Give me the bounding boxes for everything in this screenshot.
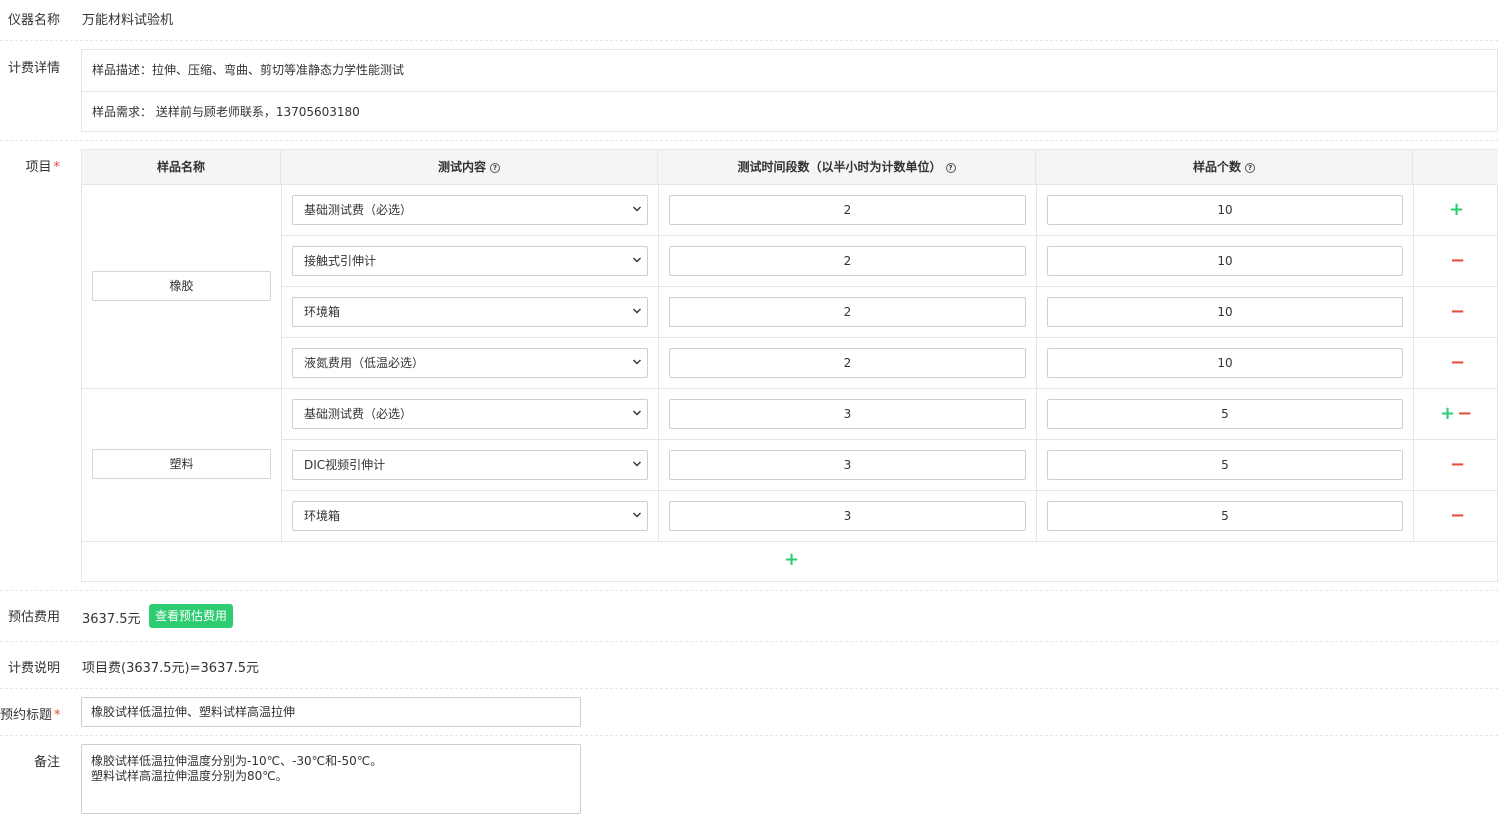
billing-detail-box: 样品描述：拉伸、压缩、弯曲、剪切等准静态力学性能测试 样品需求： 送样前与顾老师… [81,49,1498,132]
items-table: 样品名称 测试内容? 测试时间段数（以半小时为计数单位）? 样品个数? 橡胶 塑… [81,149,1498,582]
remove-row-button[interactable]: − [1450,353,1465,373]
instrument-value: 万能材料试验机 [82,13,174,28]
booking-title-label: 预约标题 * [0,708,61,723]
row-line [281,439,1498,440]
chevron-down-icon [633,257,641,263]
test-content-select[interactable]: DIC视频引伸计 [292,450,648,480]
add-row-button[interactable]: + [1440,403,1457,424]
sample-name-button[interactable]: 橡胶 [92,271,271,301]
test-content-select[interactable]: 环境箱 [292,297,648,327]
header-test-content: 测试内容? [281,150,658,185]
estimate-label: 预估费用 [7,610,60,625]
column-line [658,185,659,541]
remove-row-button[interactable]: − [1450,506,1465,526]
sample-count-input[interactable]: 5 [1047,399,1403,429]
help-icon[interactable]: ? [945,162,956,173]
remark-label: 备注 [33,755,60,770]
chevron-down-icon [633,359,641,365]
divider [0,140,1498,141]
sample-requirement: 样品需求： 送样前与顾老师联系，13705603180 [82,91,1497,132]
chevron-down-icon [633,512,641,518]
row-line [281,490,1498,491]
sample-name-button[interactable]: 塑料 [92,449,271,479]
chevron-down-icon [633,410,641,416]
divider [0,735,1498,736]
sample-count-input[interactable]: 10 [1047,195,1403,225]
add-sample-group-button[interactable]: + [784,550,799,570]
time-segments-input[interactable]: 2 [669,195,1026,225]
divider [0,40,1498,41]
sample-count-input[interactable]: 5 [1047,450,1403,480]
sample-count-input[interactable]: 5 [1047,501,1403,531]
test-content-select[interactable]: 接触式引伸计 [292,246,648,276]
chevron-down-icon [633,461,641,467]
sample-count-input[interactable]: 10 [1047,297,1403,327]
test-content-select[interactable]: 液氮费用（低温必选） [292,348,648,378]
row-line [281,337,1498,338]
billing-detail-label: 计费详情 [7,61,60,76]
column-line [1036,185,1037,541]
help-icon[interactable]: ? [1245,162,1255,173]
time-segments-input[interactable]: 2 [669,246,1026,276]
time-segments-input[interactable]: 2 [669,297,1026,327]
sample-count-input[interactable]: 10 [1047,348,1403,378]
billing-note-value: 项目费(3637.5元)=3637.5元 [82,661,260,676]
time-segments-input[interactable]: 3 [669,450,1026,480]
column-line [1413,185,1414,541]
items-label: 项目 * [25,160,60,175]
sample-description: 样品描述：拉伸、压缩、弯曲、剪切等准静态力学性能测试 [92,63,405,77]
remark-line: 塑料试样高温拉伸温度分别为80℃。 [91,769,288,783]
row-line [281,286,1498,287]
remove-row-button[interactable]: − [1450,251,1465,271]
view-estimate-button[interactable]: 查看预估费用 [149,604,233,628]
remove-row-button[interactable]: − [1450,455,1465,475]
instrument-label: 仪器名称 [7,13,60,28]
estimate-value: 3637.5元 [82,612,141,627]
remark-textarea[interactable]: 橡胶试样低温拉伸温度分别为-10℃、-30℃和-50℃。 塑料试样高温拉伸温度分… [81,744,581,814]
test-content-select[interactable]: 基础测试费（必选） [292,195,648,225]
remove-row-button[interactable]: − [1450,302,1465,322]
row-line [82,541,1498,542]
booking-title-input[interactable]: 橡胶试样低温拉伸、塑料试样高温拉伸 [81,697,581,727]
divider [0,641,1498,642]
remove-row-button[interactable]: − [1457,403,1474,424]
header-sample-name: 样品名称 [82,150,281,185]
header-sample-count: 样品个数? [1036,150,1413,185]
time-segments-input[interactable]: 3 [669,399,1026,429]
time-segments-input[interactable]: 3 [669,501,1026,531]
divider [0,590,1498,591]
row-line [82,388,1498,389]
time-segments-input[interactable]: 2 [669,348,1026,378]
help-icon[interactable]: ? [490,162,500,173]
column-line [281,185,282,541]
test-content-select[interactable]: 基础测试费（必选） [292,399,648,429]
billing-note-label: 计费说明 [7,661,60,676]
remark-line: 橡胶试样低温拉伸温度分别为-10℃、-30℃和-50℃。 [91,754,383,768]
add-remove-row-buttons[interactable]: +− [1440,404,1474,424]
test-content-select[interactable]: 环境箱 [292,501,648,531]
chevron-down-icon [633,308,641,314]
divider [0,688,1498,689]
sample-count-input[interactable]: 10 [1047,246,1403,276]
add-row-button[interactable]: + [1449,200,1464,220]
chevron-down-icon [633,206,641,212]
header-actions [1413,150,1498,185]
row-line [281,235,1498,236]
header-time-segments: 测试时间段数（以半小时为计数单位）? [658,150,1036,185]
